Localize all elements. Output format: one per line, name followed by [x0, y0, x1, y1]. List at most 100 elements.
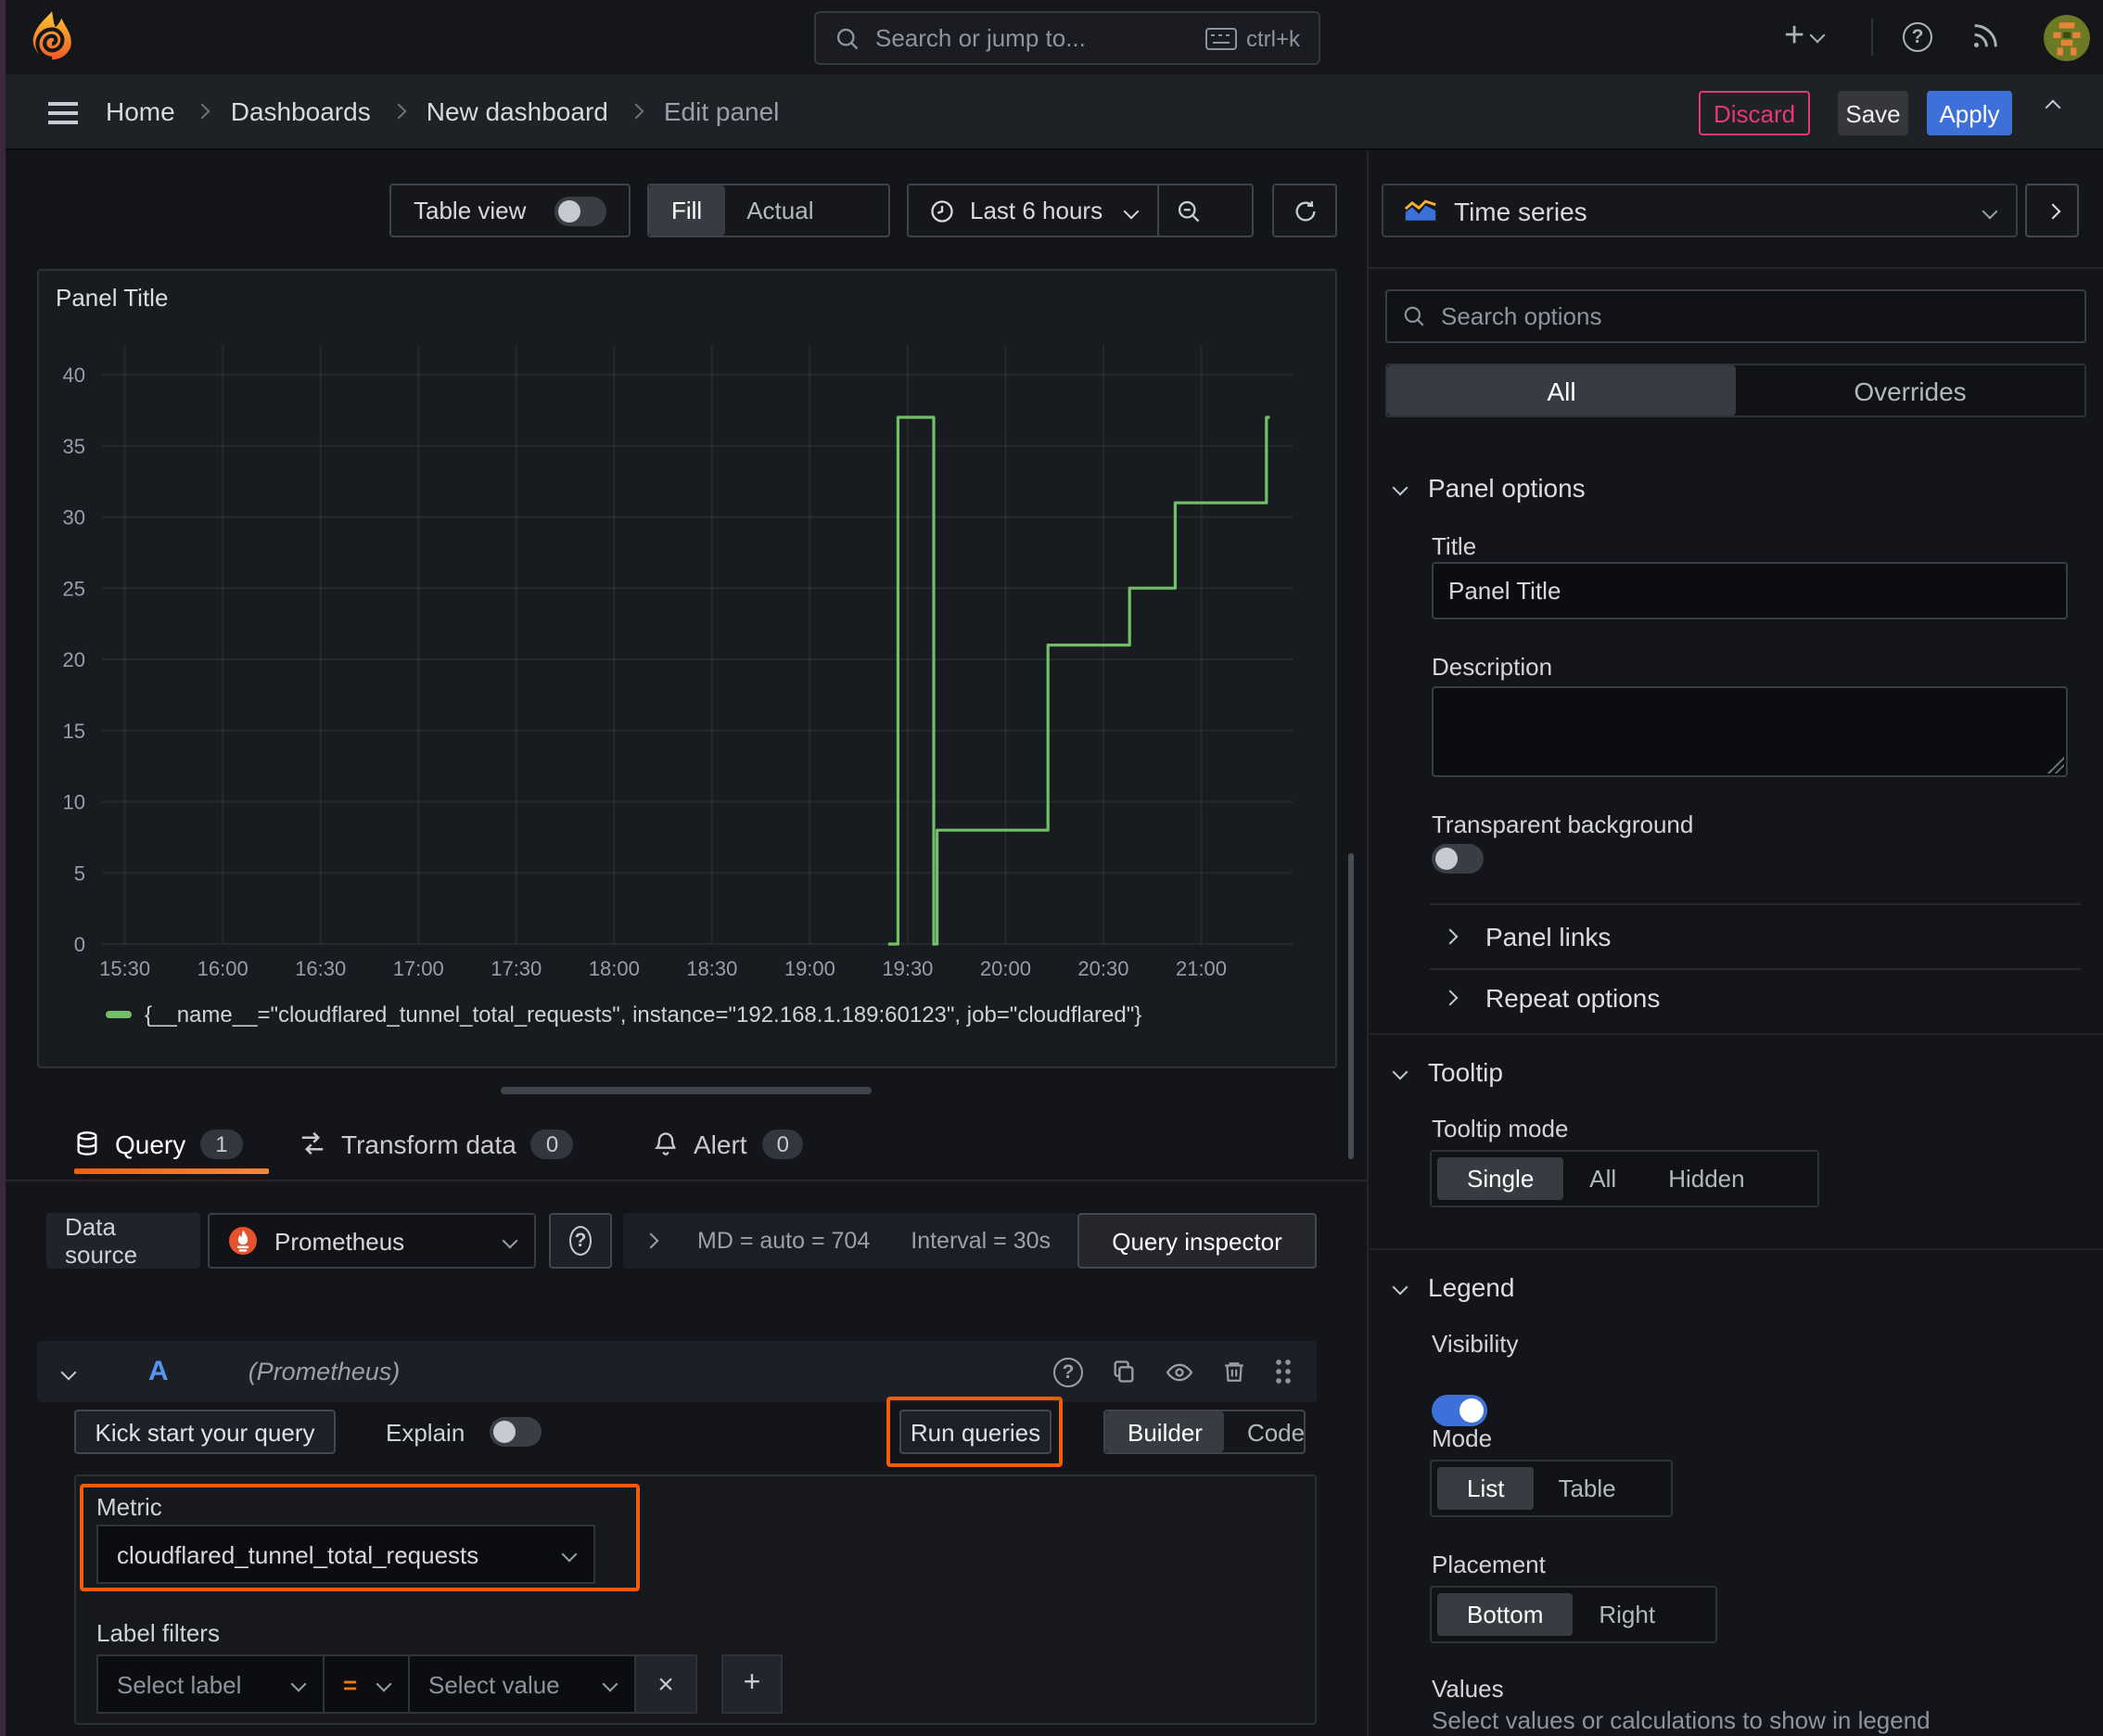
panel-links-section[interactable]: Panel links — [1442, 922, 1611, 951]
table-view-toggle-group[interactable]: Table view — [389, 184, 631, 237]
breadcrumb-home[interactable]: Home — [106, 96, 175, 126]
operator-dropdown[interactable]: = — [325, 1654, 410, 1714]
query-inspector-button[interactable]: Query inspector — [1077, 1213, 1317, 1269]
panel-options-header[interactable]: Panel options — [1392, 473, 1586, 503]
query-options-collapsed[interactable]: MD = auto = 704 Interval = 30s — [623, 1213, 1077, 1269]
table-view-toggle[interactable] — [554, 196, 606, 225]
breadcrumb-dashboards[interactable]: Dashboards — [231, 96, 371, 126]
plus-icon: + — [743, 1667, 761, 1699]
grafana-logo-icon[interactable] — [24, 9, 80, 65]
code-option[interactable]: Code — [1225, 1411, 1327, 1452]
datasource-value: Prometheus — [274, 1227, 405, 1255]
tab-alert[interactable]: Alert 0 — [653, 1113, 804, 1174]
description-textarea[interactable] — [1432, 686, 2068, 777]
chart-legend[interactable]: {__name__="cloudflared_tunnel_total_requ… — [106, 1002, 1141, 1028]
tab-overrides[interactable]: Overrides — [1736, 365, 2084, 415]
breadcrumb-new-dashboard[interactable]: New dashboard — [427, 96, 608, 126]
tab-transform[interactable]: Transform data 0 — [299, 1113, 574, 1174]
add-filter-button[interactable]: + — [721, 1654, 783, 1714]
select-value-dropdown[interactable]: Select value — [410, 1654, 636, 1714]
explain-toggle[interactable] — [489, 1417, 542, 1447]
description-field — [1432, 686, 2068, 777]
drag-handle-icon[interactable] — [1274, 1358, 1291, 1385]
visibility-label: Visibility — [1432, 1330, 1519, 1358]
query-help-icon[interactable]: ? — [1053, 1357, 1083, 1386]
placement-bottom[interactable]: Bottom — [1437, 1593, 1574, 1636]
keyboard-icon — [1204, 27, 1237, 49]
tab-all[interactable]: All — [1387, 365, 1736, 415]
legend-mode-list[interactable]: List — [1437, 1467, 1535, 1510]
query-row-header[interactable]: A (Prometheus) ? — [37, 1341, 1317, 1402]
delete-query-icon[interactable] — [1222, 1358, 1246, 1385]
actual-option[interactable]: Actual — [724, 185, 835, 236]
query-datasource-hint: (Prometheus) — [248, 1358, 401, 1385]
collapse-query-icon[interactable] — [60, 1363, 77, 1380]
chevron-down-icon — [290, 1676, 307, 1692]
search-options-input[interactable]: Search options — [1385, 289, 2086, 343]
metric-select[interactable]: cloudflared_tunnel_total_requests — [96, 1525, 595, 1584]
panel-preview[interactable]: Panel Title 0 5 10 15 20 25 30 35 40 15:30 16:00 16… — [37, 269, 1337, 1068]
legend-section-header[interactable]: Legend — [1392, 1272, 1514, 1302]
news-button[interactable] — [1969, 20, 2001, 52]
toggle-visibility-icon[interactable] — [1165, 1359, 1194, 1385]
collapse-options-pane-button[interactable] — [2025, 184, 2079, 237]
time-range-picker[interactable]: Last 6 hours — [909, 185, 1156, 236]
global-search-input[interactable]: Search or jump to... ctrl+k — [814, 11, 1320, 65]
x-axis-tick-label: 21:00 — [1176, 957, 1227, 980]
x-axis-tick-label: 20:30 — [1077, 957, 1128, 980]
tooltip-section-header[interactable]: Tooltip — [1392, 1057, 1503, 1087]
legend-placement-switch: Bottom Right — [1430, 1586, 1717, 1643]
builder-option[interactable]: Builder — [1105, 1411, 1225, 1452]
builder-code-switch: Builder Code — [1103, 1410, 1306, 1454]
help-button[interactable]: ? — [1903, 22, 1932, 52]
time-series-chart: 0 5 10 15 20 25 30 35 40 15:30 16:00 16:30 17:00 17:3… — [63, 345, 1293, 980]
chevron-right-icon — [1442, 928, 1459, 945]
chevron-down-icon — [1122, 202, 1139, 219]
refresh-button[interactable] — [1272, 184, 1337, 237]
placement-right[interactable]: Right — [1573, 1593, 1681, 1636]
discard-button[interactable]: Discard — [1699, 91, 1810, 135]
close-icon: × — [657, 1668, 674, 1700]
select-label-dropdown[interactable]: Select label — [96, 1654, 325, 1714]
legend-mode-table[interactable]: Table — [1534, 1467, 1639, 1510]
label-filter-row: Select label = Select value × + — [96, 1654, 783, 1714]
add-menu-button[interactable]: + — [1784, 17, 1826, 57]
run-queries-button[interactable]: Run queries — [899, 1410, 1052, 1454]
pane-resize-handle[interactable] — [501, 1087, 872, 1094]
query-count-badge: 1 — [200, 1129, 243, 1158]
zoom-out-button[interactable] — [1156, 185, 1219, 236]
legend-series-name: {__name__="cloudflared_tunnel_total_requ… — [145, 1002, 1142, 1028]
visualization-picker[interactable]: Time series — [1382, 184, 2018, 237]
remove-filter-button[interactable]: × — [636, 1654, 697, 1714]
grafana-edit-panel-page: Search or jump to... ctrl+k + ? Home Das… — [0, 0, 2103, 1736]
transparent-bg-toggle[interactable] — [1432, 844, 1484, 874]
tooltip-mode-switch: Single All Hidden — [1430, 1150, 1819, 1207]
apply-button[interactable]: Apply — [1927, 91, 2012, 135]
datasource-picker[interactable]: Prometheus — [208, 1213, 536, 1269]
repeat-options-section[interactable]: Repeat options — [1442, 983, 1660, 1013]
save-button[interactable]: Save — [1838, 91, 1908, 135]
fill-option[interactable]: Fill — [649, 185, 725, 236]
tab-query[interactable]: Query 1 — [74, 1113, 243, 1174]
collapse-header-button[interactable] — [2045, 99, 2061, 116]
panel-options-title: Panel options — [1428, 473, 1586, 503]
duplicate-query-icon[interactable] — [1111, 1358, 1137, 1385]
chevron-right-icon — [1442, 989, 1459, 1006]
refresh-icon — [1294, 199, 1315, 221]
chevron-down-icon — [1392, 1064, 1408, 1080]
resize-corner-icon[interactable] — [2047, 757, 2064, 773]
datasource-help-button[interactable]: ? — [549, 1213, 612, 1269]
tooltip-mode-all[interactable]: All — [1563, 1157, 1642, 1200]
tooltip-mode-single[interactable]: Single — [1437, 1157, 1564, 1200]
chevron-down-icon — [1392, 479, 1408, 496]
y-axis-tick-label: 15 — [63, 720, 85, 743]
tooltip-mode-hidden[interactable]: Hidden — [1642, 1157, 1770, 1200]
mega-menu-toggle[interactable] — [48, 102, 78, 124]
panel-title: Panel Title — [56, 284, 169, 312]
kick-start-query-button[interactable]: Kick start your query — [74, 1410, 336, 1454]
user-avatar[interactable] — [2044, 15, 2090, 61]
legend-visibility-toggle[interactable] — [1432, 1395, 1487, 1426]
rss-icon — [1973, 24, 1997, 48]
chevron-down-icon — [376, 1676, 392, 1692]
panel-title-input[interactable] — [1432, 562, 2068, 619]
